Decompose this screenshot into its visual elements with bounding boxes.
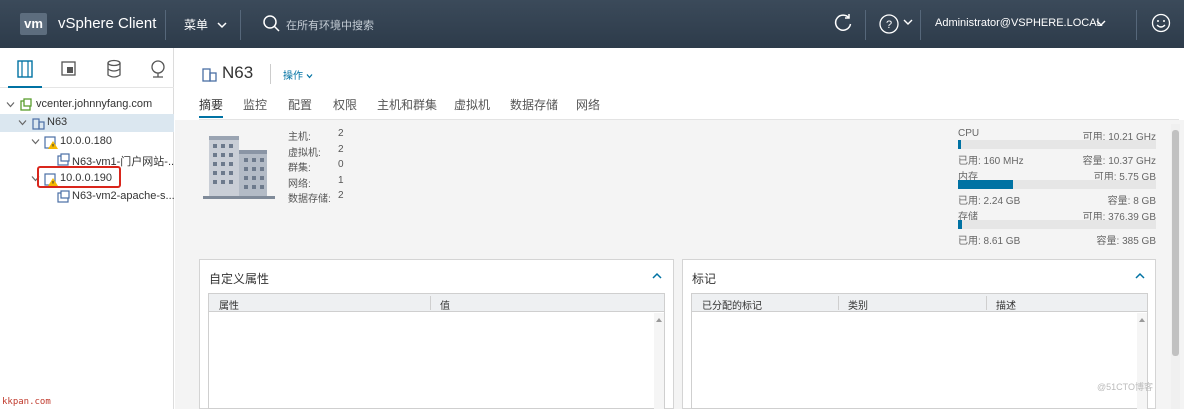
tab-summary[interactable]: 摘要 [199, 96, 224, 118]
tab-networks[interactable]: 网络 [576, 96, 600, 113]
datacenter-icon [32, 118, 45, 130]
network-icon[interactable] [147, 58, 169, 80]
custom-attributes-grid: 属性 值 [208, 293, 665, 409]
tab-monitor[interactable]: 监控 [243, 96, 267, 113]
hosts-clusters-icon[interactable] [8, 58, 42, 88]
memory-usage-bar [958, 180, 1156, 189]
column-header[interactable]: 值 [440, 297, 450, 312]
header-divider [240, 10, 241, 40]
storage-usage-bar [958, 220, 1156, 229]
grid-header: 已分配的标记 类别 描述 [692, 294, 1147, 312]
smile-icon[interactable] [1151, 13, 1171, 33]
host-warning-icon [44, 136, 58, 149]
actions-label: 操作 [283, 71, 303, 82]
user-menu[interactable]: Administrator@VSPHERE.LOCAL [935, 17, 1103, 29]
tree-item-vm[interactable]: N63-vm2-apache-s... [0, 188, 175, 206]
tab-permissions[interactable]: 权限 [333, 96, 357, 113]
chevron-down-icon[interactable] [6, 100, 15, 109]
vertical-scrollbar[interactable] [1171, 124, 1180, 409]
header-divider [920, 10, 921, 40]
tags-grid: 已分配的标记 类别 描述 [691, 293, 1148, 409]
actions-menu[interactable]: 操作 [283, 67, 313, 82]
tree-item-datacenter[interactable]: N63 [0, 114, 174, 132]
chevron-down-icon[interactable] [1096, 18, 1106, 28]
chevron-up-icon[interactable] [651, 270, 663, 282]
vms-templates-icon[interactable] [58, 58, 80, 80]
main-content: N63 操作 摘要 监控 配置 权限 主机和群集 虚拟机 数据存储 网络 主机:… [175, 48, 1184, 409]
tree-item-vcenter[interactable]: vcenter.johnnyfang.com [0, 96, 174, 114]
chevron-down-icon [217, 22, 227, 29]
navigator-sidebar: vcenter.johnnyfang.com N63 10.0.0.180 N6… [0, 48, 177, 409]
memory-usage-fill [958, 180, 1014, 189]
chevron-down-icon[interactable] [18, 118, 27, 127]
refresh-icon[interactable] [833, 13, 853, 33]
scroll-up-icon[interactable] [656, 317, 662, 322]
menu-label: 菜单 [184, 18, 209, 32]
card-title: 标记 [692, 272, 717, 286]
datacenter-icon [202, 68, 217, 82]
grid-header: 属性 值 [209, 294, 664, 312]
tab-datastores[interactable]: 数据存储 [510, 96, 558, 113]
highlight-box [37, 166, 121, 188]
chevron-down-icon [306, 74, 313, 79]
grid-scrollbar[interactable] [1137, 313, 1147, 409]
watermark-left: kkpan.com [2, 397, 51, 407]
tab-vms[interactable]: 虚拟机 [454, 96, 490, 113]
header-divider [865, 10, 866, 40]
column-header[interactable]: 属性 [219, 297, 239, 312]
storage-usage-fill [958, 220, 963, 229]
scroll-up-icon[interactable] [1139, 317, 1145, 322]
menu-button[interactable]: 菜单 [184, 16, 227, 33]
help-icon[interactable]: ? [878, 13, 900, 35]
title-divider [270, 64, 271, 84]
column-header[interactable]: 描述 [996, 297, 1016, 312]
search-input[interactable]: 在所有环境中搜索 [286, 17, 374, 33]
cpu-meter: CPU 可用: 10.21 GHz 已用: 160 MHz 容量: 10.37 … [958, 128, 1156, 167]
storage-meter: 存储 可用: 376.39 GB 已用: 8.61 GB 容量: 385 GB [958, 212, 1156, 247]
page-title: N63 [222, 63, 254, 82]
memory-meter: 内存 可用: 5.75 GB 已用: 2.24 GB 容量: 8 GB [958, 172, 1156, 207]
column-divider[interactable] [430, 296, 431, 310]
chevron-down-icon[interactable] [31, 137, 40, 146]
scrollbar-thumb[interactable] [1172, 130, 1179, 356]
tree-item-label: N63 [47, 116, 68, 128]
column-header[interactable]: 已分配的标记 [702, 297, 762, 312]
vmware-logo[interactable]: vm [20, 13, 47, 35]
tab-hosts-clusters[interactable]: 主机和群集 [377, 96, 437, 113]
tree-item-host[interactable]: 10.0.0.180 [0, 133, 174, 151]
tags-card: 标记 已分配的标记 类别 描述 [682, 259, 1156, 409]
vcenter-icon [20, 98, 32, 111]
card-title: 自定义属性 [209, 272, 270, 286]
storage-icon[interactable] [103, 58, 125, 80]
column-divider[interactable] [986, 296, 987, 310]
grid-scrollbar[interactable] [654, 313, 664, 409]
header-divider [165, 10, 166, 40]
column-divider[interactable] [838, 296, 839, 310]
navigator-tabs [0, 48, 174, 88]
tab-configure[interactable]: 配置 [288, 96, 312, 113]
datacenter-illustration [203, 136, 275, 199]
custom-attributes-card: 自定义属性 属性 值 [199, 259, 674, 409]
chevron-up-icon[interactable] [1134, 270, 1146, 282]
vm-icon [57, 153, 70, 166]
tree-item-label: vcenter.johnnyfang.com [36, 98, 153, 110]
svg-text:?: ? [886, 19, 892, 31]
tree-item-label: 10.0.0.180 [60, 135, 112, 147]
chevron-down-icon[interactable] [903, 17, 913, 27]
watermark-right: @51CTO博客 [1097, 382, 1153, 392]
cpu-usage-fill [958, 140, 961, 149]
column-header[interactable]: 类别 [848, 297, 868, 312]
search-icon[interactable] [262, 14, 280, 32]
app-title[interactable]: vSphere Client [58, 15, 156, 32]
vm-icon [57, 190, 70, 203]
header-divider [1136, 10, 1137, 40]
tree-item-label: N63-vm2-apache-s... [72, 190, 175, 202]
cpu-usage-bar [958, 140, 1156, 149]
top-header: vm vSphere Client 菜单 在所有环境中搜索 ? Administ… [0, 0, 1184, 48]
